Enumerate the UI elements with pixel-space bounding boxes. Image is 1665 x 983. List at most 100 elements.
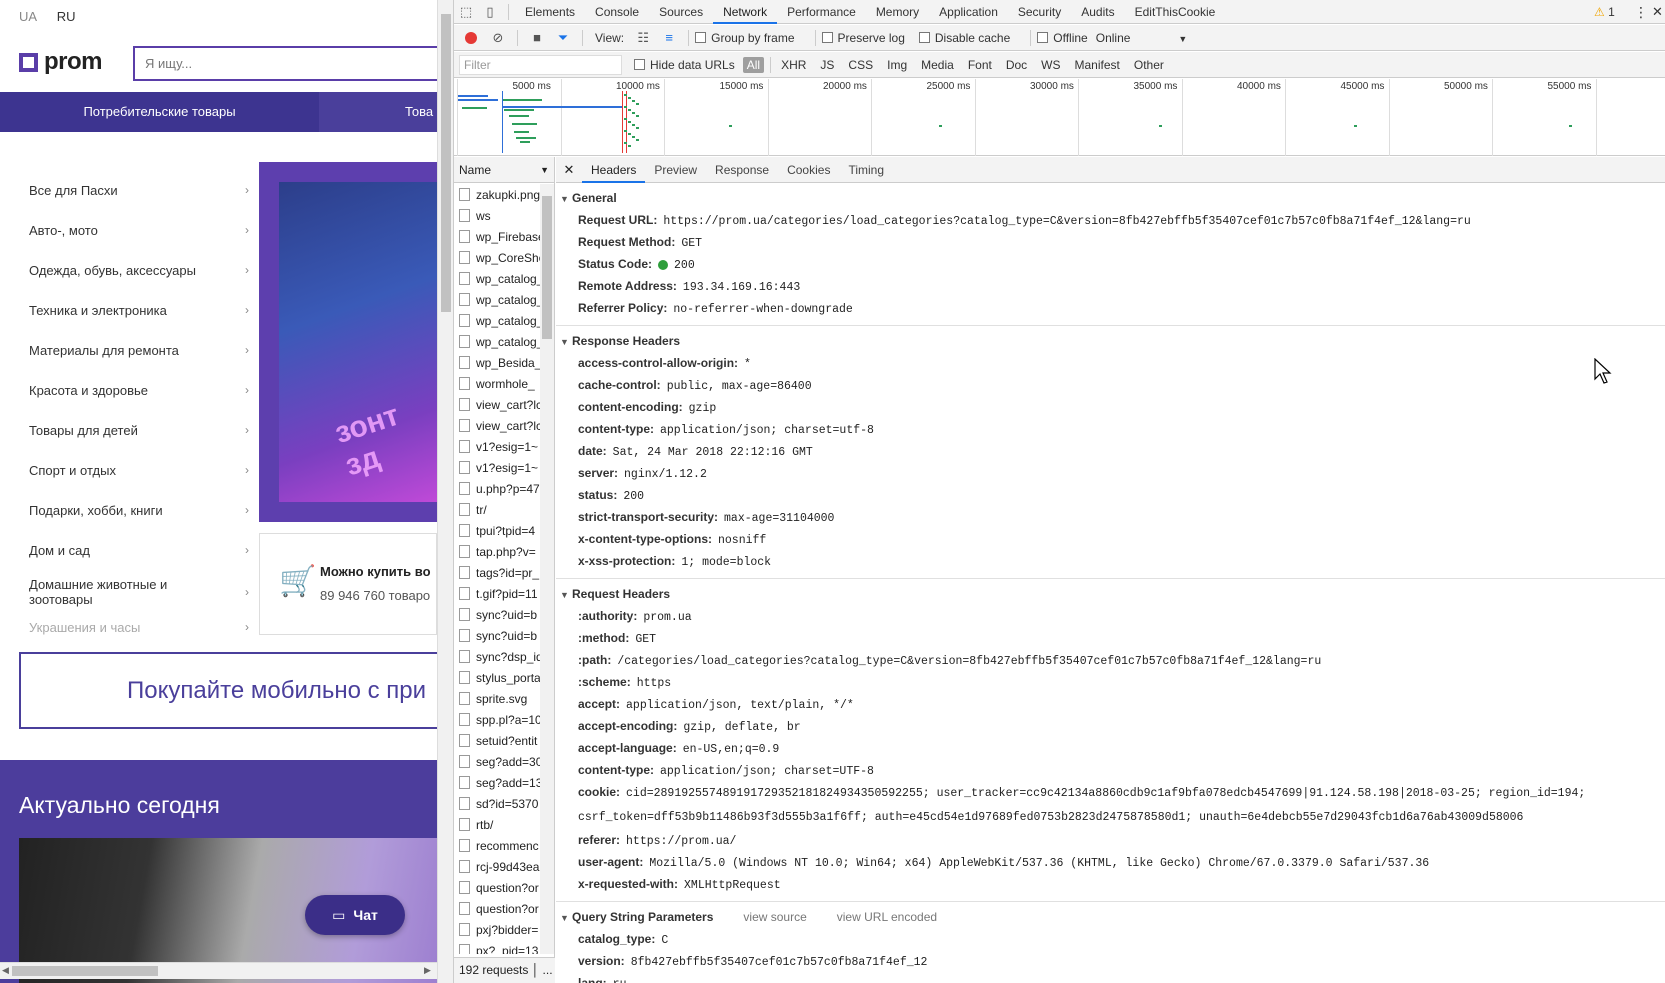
request-row[interactable]: wp_catalog_ <box>454 310 540 331</box>
tab-elements[interactable]: Elements <box>515 0 585 24</box>
filter-all[interactable]: All <box>742 56 765 73</box>
filter-icon[interactable]: ⏷ <box>550 30 576 46</box>
section-title[interactable]: ▼ Request Headers <box>556 583 1665 605</box>
category-item[interactable]: Авто-, мото › <box>29 210 249 250</box>
request-row[interactable]: wormhole_ <box>454 373 540 394</box>
collapse-triangle-icon[interactable]: ▼ <box>560 331 572 353</box>
filter-xhr[interactable]: XHR <box>777 57 810 73</box>
tab-timing[interactable]: Timing <box>839 157 893 183</box>
horizontal-scrollbar[interactable]: ◀ ▶ <box>0 962 437 979</box>
tab-memory[interactable]: Memory <box>866 0 929 24</box>
filter-css[interactable]: CSS <box>844 57 877 73</box>
request-row[interactable]: wp_Firebase <box>454 226 540 247</box>
name-column-header[interactable]: Name ▼ <box>454 157 554 183</box>
request-row[interactable]: seg?add=13 <box>454 772 540 793</box>
section-title[interactable]: ▼ Response Headers <box>556 330 1665 352</box>
category-item[interactable]: Подарки, хобби, книги › <box>29 490 249 530</box>
request-row[interactable]: wp_catalog_ <box>454 331 540 352</box>
request-row[interactable]: setuid?entit <box>454 730 540 751</box>
tab-sources[interactable]: Sources <box>649 0 713 24</box>
request-row[interactable]: view_cart?lc <box>454 394 540 415</box>
checkbox[interactable] <box>918 32 930 43</box>
category-item[interactable]: Материалы для ремонта › <box>29 330 249 370</box>
catbar-consumer-goods[interactable]: Потребительские товары <box>0 92 319 132</box>
waterfall-icon[interactable]: ≡ <box>656 30 682 45</box>
filter-ws[interactable]: WS <box>1037 57 1064 73</box>
hide-data-urls-checkbox[interactable]: Hide data URLs <box>634 58 735 72</box>
filter-img[interactable]: Img <box>883 57 911 73</box>
request-row[interactable]: v1?esig=1~ <box>454 436 540 457</box>
request-row[interactable]: sprite.svg <box>454 688 540 709</box>
section-title[interactable]: ▼ General <box>556 187 1665 209</box>
collapse-triangle-icon[interactable]: ▼ <box>560 907 572 929</box>
catbar-goods[interactable]: Това <box>319 92 433 132</box>
request-row[interactable]: u.php?p=47 <box>454 478 540 499</box>
category-item[interactable]: Одежда, обувь, аксессуары › <box>29 250 249 290</box>
request-row[interactable]: recommenc <box>454 835 540 856</box>
site-logo[interactable]: prom <box>19 48 103 76</box>
request-row[interactable]: question?or <box>454 877 540 898</box>
tab-response[interactable]: Response <box>706 157 778 183</box>
collapse-triangle-icon[interactable]: ▼ <box>560 584 572 606</box>
promo-banner[interactable]: зонт зд <box>259 162 437 522</box>
filter-input[interactable]: Filter <box>459 54 622 75</box>
request-row[interactable]: ws <box>454 205 540 226</box>
checkbox[interactable] <box>634 59 645 70</box>
tab-network[interactable]: Network <box>713 0 778 24</box>
category-item[interactable]: Украшения и часы › <box>29 614 249 640</box>
checkbox[interactable] <box>821 32 833 43</box>
tab-audits[interactable]: Audits <box>1071 0 1124 24</box>
request-row[interactable]: question?or <box>454 898 540 919</box>
network-overview-timeline[interactable]: 5000 ms 10000 ms 15000 ms 20000 ms 25000 ms 3… <box>454 79 1665 156</box>
category-item[interactable]: Техника и электроника › <box>29 290 249 330</box>
request-row[interactable]: seg?add=30 <box>454 751 540 772</box>
request-row[interactable]: view_cart?lc <box>454 415 540 436</box>
tab-console[interactable]: Console <box>585 0 649 24</box>
request-row[interactable]: rcj-99d43ea <box>454 856 540 877</box>
preserve-log-checkbox[interactable]: Preserve log <box>821 31 905 45</box>
tab-security[interactable]: Security <box>1008 0 1071 24</box>
scroll-left-icon[interactable]: ◀ <box>2 965 9 976</box>
disable-cache-checkbox[interactable]: Disable cache <box>918 31 1010 45</box>
request-row[interactable]: stylus_porta <box>454 667 540 688</box>
tab-cookies[interactable]: Cookies <box>778 157 839 183</box>
request-row[interactable]: spp.pl?a=10 <box>454 709 540 730</box>
view-url-encoded-link[interactable]: view URL encoded <box>837 906 937 928</box>
close-details-icon[interactable]: ✕ <box>556 162 582 178</box>
offline-checkbox[interactable]: Offline <box>1037 31 1088 45</box>
request-row[interactable]: sync?uid=b <box>454 625 540 646</box>
filter-manifest[interactable]: Manifest <box>1071 57 1124 73</box>
request-row[interactable]: sync?dsp_id <box>454 646 540 667</box>
warnings-indicator[interactable]: ⚠ 1 <box>1594 0 1615 24</box>
request-row[interactable]: zakupki.png <box>454 184 540 205</box>
request-row[interactable]: wp_CoreSho <box>454 247 540 268</box>
tab-editthiscookie[interactable]: EditThisCookie <box>1125 0 1226 24</box>
throttling-select[interactable]: Online ▼ <box>1096 31 1188 45</box>
tab-performance[interactable]: Performance <box>777 0 866 24</box>
request-row[interactable]: v1?esig=1~ <box>454 457 540 478</box>
request-row[interactable]: px?_pid=13 <box>454 940 540 954</box>
filter-font[interactable]: Font <box>964 57 996 73</box>
tab-preview[interactable]: Preview <box>645 157 706 183</box>
request-row[interactable]: wp_catalog_ <box>454 289 540 310</box>
inspect-element-icon[interactable]: ⬚ <box>454 4 478 20</box>
view-source-link[interactable]: view source <box>743 906 806 928</box>
category-item[interactable]: Все для Пасхи › <box>29 170 249 210</box>
tab-application[interactable]: Application <box>929 0 1008 24</box>
category-item[interactable]: Спорт и отдых › <box>29 450 249 490</box>
checkbox[interactable] <box>1037 32 1049 43</box>
checkbox[interactable] <box>695 32 707 43</box>
request-row[interactable]: t.gif?pid=11 <box>454 583 540 604</box>
request-row[interactable]: sd?id=5370 <box>454 793 540 814</box>
scroll-right-icon[interactable]: ▶ <box>424 965 431 976</box>
large-rows-icon[interactable]: ☷ <box>630 30 656 46</box>
collapse-triangle-icon[interactable]: ▼ <box>560 188 572 210</box>
more-menu-icon[interactable]: ⋮ <box>1634 0 1648 24</box>
page-vertical-scrollbar[interactable] <box>437 0 453 983</box>
mobile-promo-banner[interactable]: Покупайте мобильно с при <box>19 652 437 729</box>
request-row[interactable]: rtb/ <box>454 814 540 835</box>
request-row[interactable]: wp_catalog_ <box>454 268 540 289</box>
filter-js[interactable]: JS <box>816 57 838 73</box>
scroll-thumb[interactable] <box>12 966 158 976</box>
request-row[interactable]: tap.php?v= <box>454 541 540 562</box>
